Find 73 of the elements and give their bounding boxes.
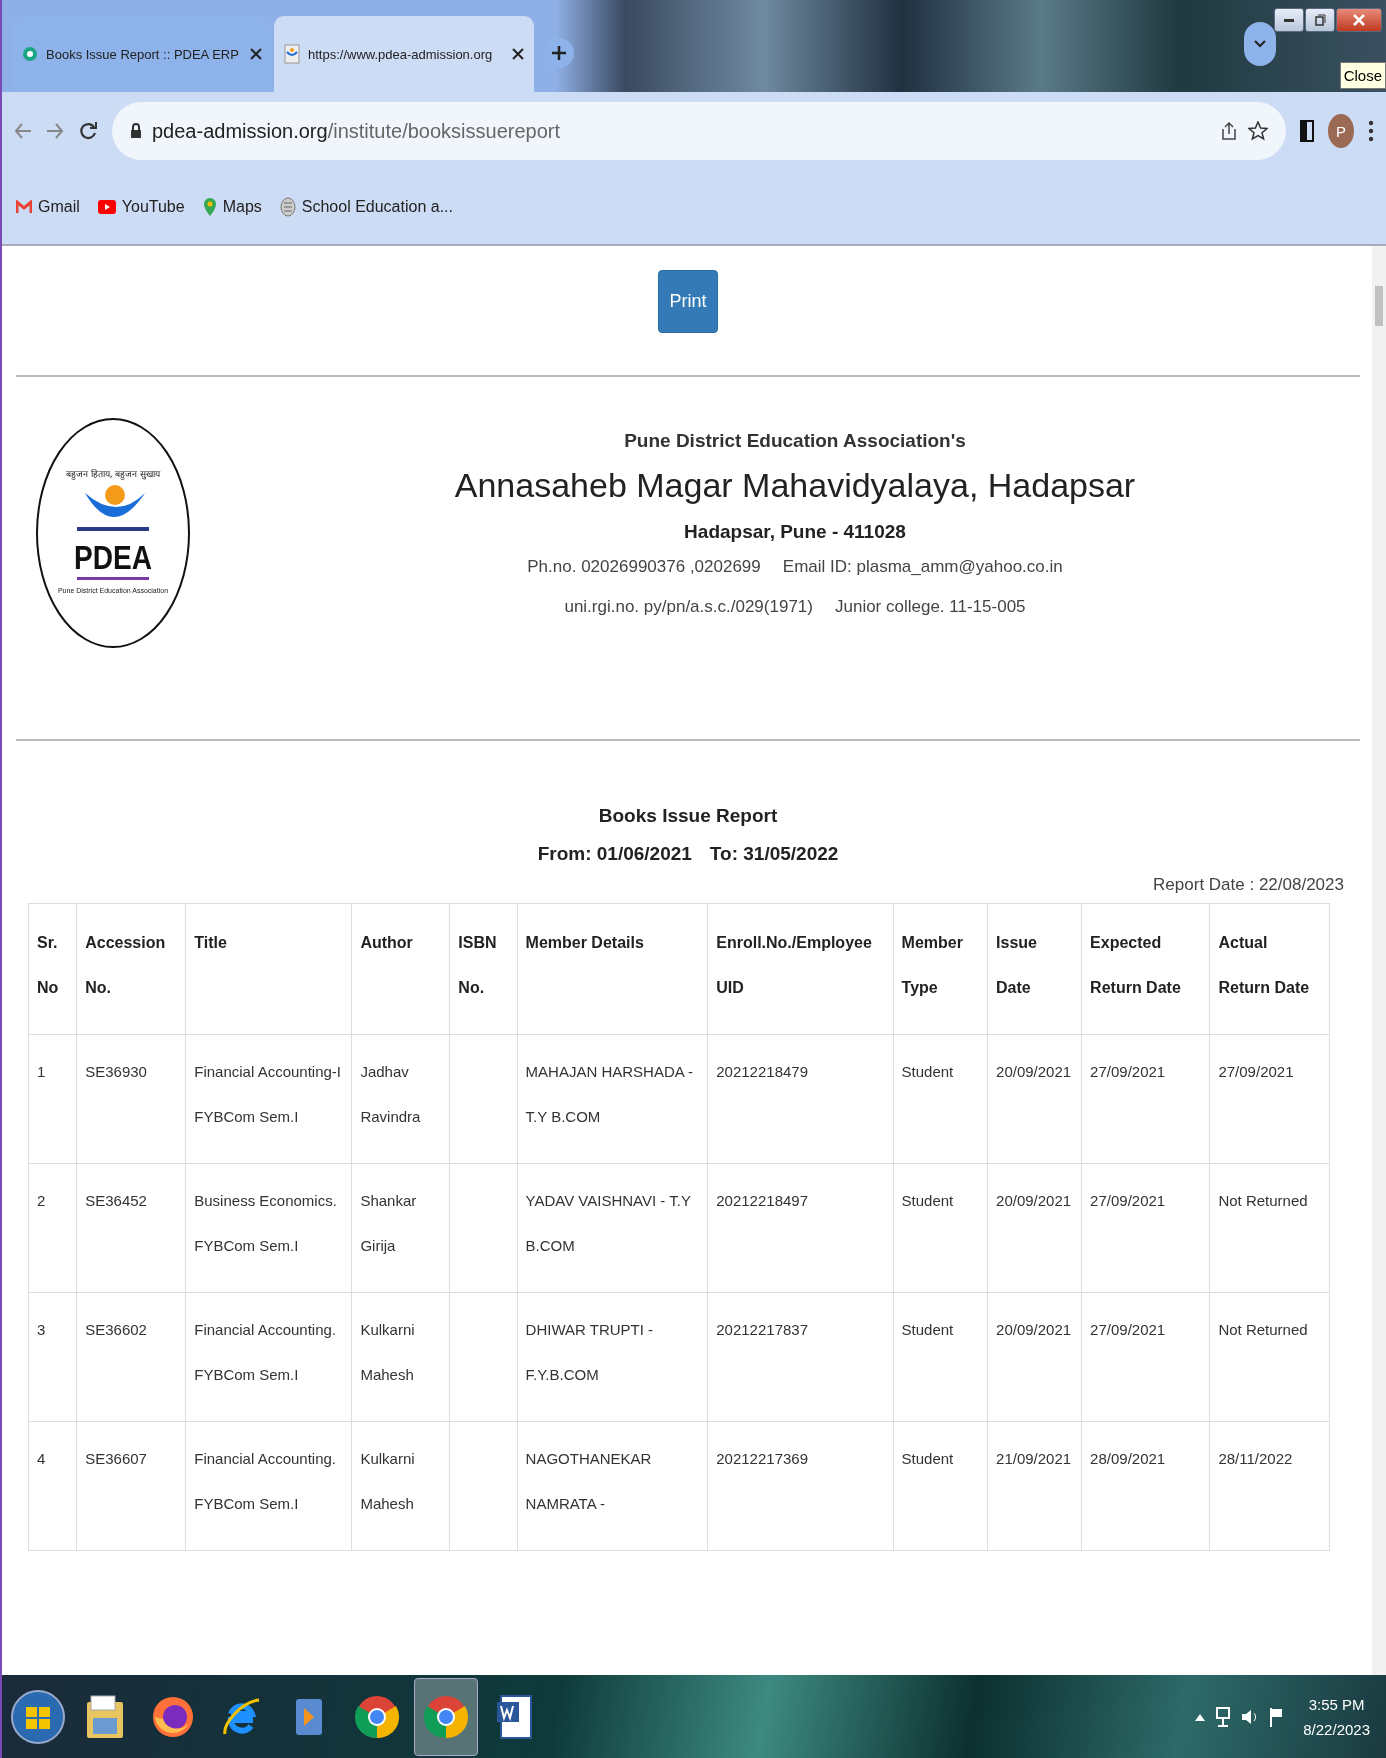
table-cell: 28/11/2022 — [1209, 1421, 1330, 1551]
column-header: Actual Return Date — [1209, 903, 1330, 1035]
column-header: ISBN No. — [449, 903, 518, 1035]
table-cell: 2 — [28, 1163, 77, 1293]
print-button[interactable]: Print — [658, 270, 718, 333]
table-cell: 20/09/2021 — [987, 1163, 1082, 1293]
clock[interactable]: 3:55 PM 8/22/2023 — [1293, 1695, 1380, 1738]
table-cell: Student — [893, 1292, 988, 1422]
column-header: Issue Date — [987, 903, 1082, 1035]
table-cell: Financial Accounting-I FYBCom Sem.I — [185, 1034, 352, 1164]
column-header: Sr. No — [28, 903, 77, 1035]
registration-number: uni.rgi.no. py/pn/a.s.c./029(1971) — [564, 596, 813, 617]
table-cell: 20/09/2021 — [987, 1034, 1082, 1164]
table-cell: 27/09/2021 — [1081, 1292, 1210, 1422]
table-cell: Not Returned — [1209, 1292, 1330, 1422]
table-cell: Student — [893, 1421, 988, 1551]
address-bar[interactable]: pdea-admission.org/institute/booksissuereport — [112, 102, 1286, 160]
to-date: To: 31/05/2022 — [709, 843, 839, 865]
table-cell: 21/09/2021 — [987, 1421, 1082, 1551]
column-header: Accession No. — [76, 903, 186, 1035]
column-header: Expected Return Date — [1081, 903, 1210, 1035]
table-cell: SE36602 — [76, 1292, 186, 1422]
table-cell: 3 — [28, 1292, 77, 1422]
table-cell: Business Economics. FYBCom Sem.I — [185, 1163, 352, 1293]
table-cell: NAGOTHANEKAR NAMRATA - — [517, 1421, 708, 1551]
report-date: Report Date : 22/08/2023 — [1152, 875, 1344, 895]
browser-tab[interactable]: https://www.pdea-admission.org — [274, 16, 534, 92]
table-cell: SE36452 — [76, 1163, 186, 1293]
table-cell: 28/09/2021 — [1081, 1421, 1210, 1551]
tooltip: Close — [1339, 62, 1386, 89]
bookmark-link[interactable]: School Education a... — [279, 197, 453, 217]
column-header: Member Details — [517, 903, 708, 1035]
table-cell: 20/09/2021 — [987, 1292, 1082, 1422]
table-cell: Jadhav Ravindra — [351, 1034, 450, 1164]
column-header: Title — [185, 903, 352, 1035]
table-cell: SE36607 — [76, 1421, 186, 1551]
table-cell: Kulkarni Mahesh — [351, 1421, 450, 1551]
profile-avatar[interactable]: P — [1328, 114, 1354, 148]
junior-college-code: Junior college. 11-15-005 — [834, 596, 1026, 617]
association-name: Pune District Education Association's — [624, 429, 966, 452]
bookmark-link[interactable]: Gmail — [16, 198, 80, 216]
table-cell: DHIWAR TRUPTI - F.Y.B.COM — [517, 1292, 708, 1422]
column-header: Author — [351, 903, 450, 1035]
table-cell: Financial Accounting. FYBCom Sem.I — [185, 1421, 352, 1551]
table-cell: YADAV VAISHNAVI - T.Y B.COM — [517, 1163, 708, 1293]
table-cell: 27/09/2021 — [1209, 1034, 1330, 1164]
table-cell: SE36930 — [76, 1034, 186, 1164]
table-cell: Financial Accounting. FYBCom Sem.I — [185, 1292, 352, 1422]
column-header: Member Type — [893, 903, 988, 1035]
table-cell: Student — [893, 1034, 988, 1164]
table-cell: Student — [893, 1163, 988, 1293]
bookmark-link[interactable]: Maps — [202, 197, 262, 217]
column-header: Enroll.No./Employee UID — [707, 903, 894, 1035]
table-cell: 20212217837 — [707, 1292, 894, 1422]
table-cell: 4 — [28, 1421, 77, 1551]
table-cell: 20212218479 — [707, 1034, 894, 1164]
table-cell: 1 — [28, 1034, 77, 1164]
table-cell: 27/09/2021 — [1081, 1163, 1210, 1293]
table-cell: 20212217369 — [707, 1421, 894, 1551]
college-address: Hadapsar, Pune - 411028 — [684, 520, 906, 543]
table-cell: Not Returned — [1209, 1163, 1330, 1293]
table-cell: MAHAJAN HARSHADA - T.Y B.COM — [517, 1034, 708, 1164]
table-cell: Shankar Girija — [351, 1163, 450, 1293]
table-cell: 27/09/2021 — [1081, 1034, 1210, 1164]
college-name: Annasaheb Magar Mahavidyalaya, Hadapsar — [454, 465, 1136, 505]
report-title: Books Issue Report — [598, 805, 778, 827]
bookmark-link[interactable]: YouTube — [97, 198, 185, 216]
table-cell: Kulkarni Mahesh — [351, 1292, 450, 1422]
from-date: From: 01/06/2021 — [537, 843, 692, 865]
table-cell: 20212218497 — [707, 1163, 894, 1293]
browser-tab[interactable]: Books Issue Report :: PDEA ERP — [12, 16, 272, 92]
email-address: Email ID: plasma_amm@yahoo.co.in — [782, 556, 1063, 577]
phone-number: Ph.no. 02026990376 ,0202699 — [527, 556, 761, 577]
